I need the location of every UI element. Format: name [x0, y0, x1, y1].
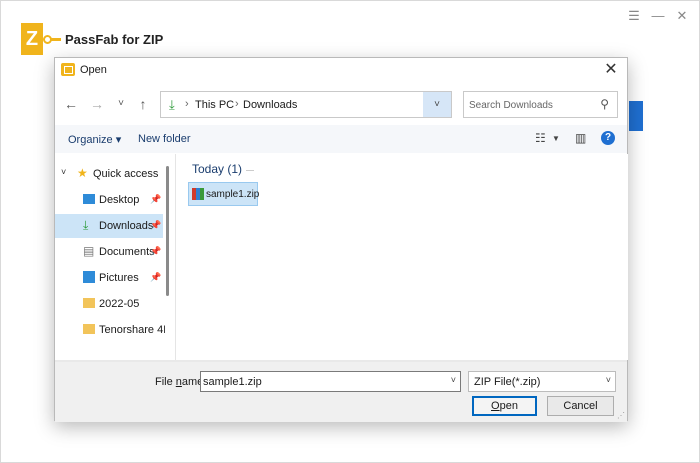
zip-archive-icon: [192, 188, 204, 200]
open-button[interactable]: Open: [472, 396, 537, 416]
documents-icon: ▤: [83, 244, 95, 258]
address-history-chevron-icon[interactable]: ˅: [423, 92, 451, 117]
sidebar-item-downloads[interactable]: ⤓ Downloads 📌: [55, 214, 163, 238]
navigation-pane-scrollbar[interactable]: [166, 166, 169, 296]
organize-button[interactable]: Organize ▾: [68, 133, 121, 146]
sidebar-item-quick-access[interactable]: ˅ ★ Quick access: [55, 162, 163, 186]
dialog-footer: File name: ˅ ZIP File(*.zip) ˅ Open Canc…: [55, 362, 627, 422]
back-arrow-icon[interactable]: ←: [61, 94, 81, 114]
pin-icon[interactable]: 📌: [150, 272, 161, 283]
breadcrumb-downloads[interactable]: Downloads: [243, 99, 297, 111]
app-title: PassFab for ZIP: [65, 31, 164, 47]
resize-grip-icon[interactable]: ⋰: [617, 411, 625, 420]
minimize-icon[interactable]: —: [651, 9, 665, 23]
preview-pane-icon[interactable]: ▥: [575, 131, 586, 145]
file-name-label: File name:: [155, 376, 207, 388]
file-name-chevron-icon[interactable]: ˅: [451, 375, 456, 385]
desktop-icon: [83, 194, 95, 204]
sidebar-item-folder-tenorshare[interactable]: Tenorshare 4DD: [55, 318, 165, 342]
forward-arrow-icon[interactable]: →: [87, 94, 107, 114]
download-icon: ⤓: [83, 218, 89, 232]
search-input[interactable]: [469, 97, 594, 113]
file-item[interactable]: sample1.zip: [188, 182, 260, 206]
menu-icon[interactable]: ☰: [627, 9, 641, 23]
search-box[interactable]: ⚲: [463, 91, 618, 118]
pin-icon[interactable]: 📌: [150, 220, 161, 231]
dialog-titlebar: Open ✕: [55, 58, 627, 82]
navigation-bar: ← → ˅ ↑ ⤓ › This PC › Downloads ˅ ↻ ⚲: [55, 90, 627, 118]
up-arrow-icon[interactable]: ↑: [133, 94, 153, 114]
app-accent-button[interactable]: [629, 101, 643, 131]
pin-icon[interactable]: 📌: [150, 194, 161, 205]
sidebar-item-documents[interactable]: ▤ Documents 📌: [55, 240, 163, 264]
passfab-logo-icon: Z: [21, 23, 61, 55]
view-chevron-icon[interactable]: ▼: [552, 134, 560, 143]
sidebar-item-desktop[interactable]: Desktop 📌: [55, 188, 163, 212]
new-folder-button[interactable]: New folder: [138, 133, 191, 145]
dialog-title: Open: [80, 64, 107, 76]
file-item-label: sample1.zip: [206, 189, 260, 200]
sidebar-item-folder-2022-05[interactable]: 2022-05: [55, 292, 163, 316]
dialog-toolbar: Organize ▾ New folder ☷ ▼ ▥ ?: [55, 125, 627, 153]
download-icon: ⤓: [169, 97, 175, 112]
cancel-button[interactable]: Cancel: [547, 396, 614, 416]
dialog-close-button[interactable]: ✕: [601, 60, 621, 80]
close-icon[interactable]: ✕: [675, 9, 689, 23]
recent-locations-chevron-icon[interactable]: ˅: [111, 94, 131, 114]
pin-icon[interactable]: 📌: [150, 246, 161, 257]
sidebar-item-pictures[interactable]: Pictures 📌: [55, 266, 163, 290]
folder-icon: [83, 298, 95, 308]
search-icon[interactable]: ⚲: [600, 97, 609, 111]
collapse-chevron-icon[interactable]: ˅: [61, 167, 66, 177]
dialog-app-icon: [61, 63, 75, 76]
group-header-today[interactable]: Today (1): [192, 162, 242, 176]
app-window-controls: ☰ — ✕: [627, 9, 689, 23]
breadcrumb-this-pc[interactable]: This PC: [195, 99, 234, 111]
file-list: Today (1) sample1.zip: [176, 154, 628, 360]
file-type-select[interactable]: ZIP File(*.zip) ˅: [468, 371, 616, 392]
star-icon: ★: [77, 166, 88, 180]
address-bar[interactable]: ⤓ › This PC › Downloads ˅: [160, 91, 452, 118]
file-type-chevron-icon[interactable]: ˅: [606, 375, 611, 385]
folder-icon: [83, 324, 95, 334]
navigation-pane: ˅ ★ Quick access Desktop 📌 ⤓ Downloads 📌…: [55, 154, 165, 360]
help-icon[interactable]: ?: [601, 131, 615, 145]
view-options-icon[interactable]: ☷: [535, 131, 546, 145]
file-name-field[interactable]: ˅: [200, 371, 461, 392]
app-brand: Z PassFab for ZIP: [21, 23, 163, 55]
file-name-input[interactable]: [203, 374, 433, 389]
pictures-icon: [83, 271, 95, 283]
open-file-dialog: Open ✕ ← → ˅ ↑ ⤓ › This PC › Downloads ˅…: [54, 57, 628, 422]
